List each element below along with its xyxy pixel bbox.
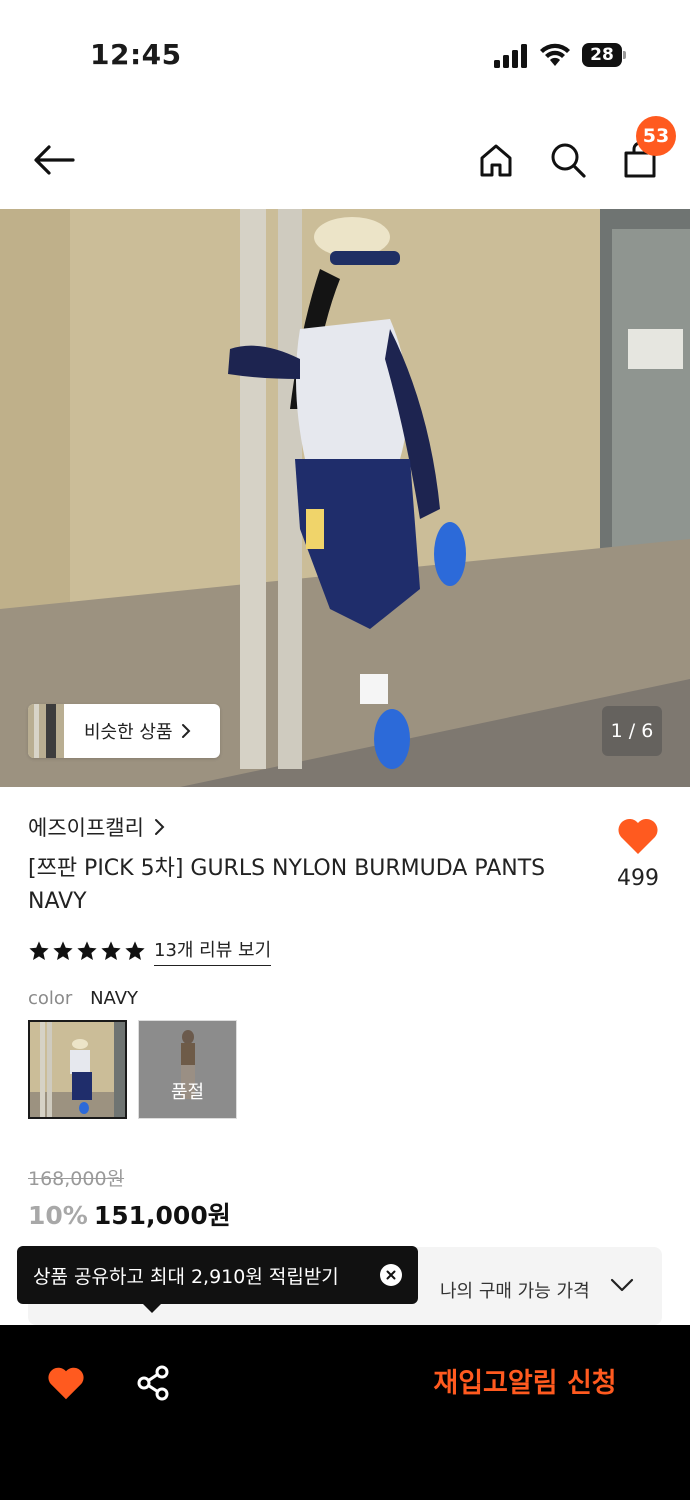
similar-products-label: 비슷한 상품 — [84, 722, 173, 743]
product-image-carousel[interactable] — [0, 209, 690, 787]
color-value: NAVY — [90, 988, 138, 1009]
wifi-icon — [540, 43, 570, 66]
bottom-wishlist-button[interactable] — [46, 1365, 86, 1401]
color-selection-label: color NAVY — [28, 988, 138, 1009]
heart-filled-icon — [618, 818, 658, 854]
search-icon — [551, 143, 586, 178]
arrow-left-icon — [34, 145, 75, 175]
discount-rate: 10% — [28, 1201, 88, 1230]
similar-products-thumbnail — [28, 704, 64, 758]
product-photo — [0, 209, 690, 787]
battery-level: 28 — [582, 43, 622, 67]
search-button[interactable] — [544, 136, 592, 184]
wishlist-count: 499 — [617, 866, 659, 891]
status-time: 12:45 — [90, 38, 182, 71]
color-swatch-soldout[interactable]: 품절 — [138, 1020, 237, 1119]
battery-icon: 28 — [582, 43, 626, 67]
back-button[interactable] — [30, 136, 78, 184]
price-row: 10% 151,000원 — [28, 1196, 231, 1232]
home-icon — [480, 144, 512, 177]
star-icon — [53, 941, 73, 960]
chevron-right-icon — [154, 819, 165, 835]
share-icon — [137, 1365, 169, 1401]
sale-price: 151,000원 — [93, 1201, 231, 1230]
cart-count-badge: 53 — [636, 116, 676, 156]
cellular-signal-icon — [494, 44, 527, 68]
color-label: color — [28, 988, 73, 1009]
heart-filled-icon — [48, 1367, 84, 1400]
close-icon — [386, 1270, 396, 1280]
chevron-down-icon — [610, 1278, 634, 1292]
tooltip-tail — [142, 1303, 162, 1313]
chevron-right-icon — [181, 724, 190, 738]
color-swatch-navy[interactable] — [28, 1020, 127, 1119]
wishlist-button[interactable]: 499 — [612, 816, 664, 891]
soldout-label: 품절 — [170, 1082, 205, 1103]
restock-alert-button[interactable]: 재입고알림 신청 — [400, 1361, 650, 1400]
rating-stars — [28, 940, 146, 962]
home-button[interactable] — [472, 136, 520, 184]
nav-header — [0, 110, 690, 210]
my-available-price-label: 나의 구매 가능 가격 — [440, 1281, 590, 1302]
share-reward-tooltip: 상품 공유하고 최대 2,910원 적립받기 — [17, 1246, 418, 1304]
product-title: [쯔판 PICK 5차] GURLS NYLON BURMUDA PANTS N… — [28, 856, 546, 914]
star-icon — [101, 941, 121, 960]
star-icon — [77, 941, 97, 960]
reviews-link[interactable]: 13개 리뷰 보기 — [154, 936, 272, 966]
status-bar: 12:45 28 — [0, 0, 690, 110]
star-icon — [29, 941, 49, 960]
brand-link[interactable]: 에즈이프캘리 — [28, 812, 165, 842]
share-reward-text: 상품 공유하고 최대 2,910원 적립받기 — [33, 1265, 339, 1288]
bottom-action-bar: 재입고알림 신청 — [0, 1325, 690, 1500]
original-price: 168,000원 — [28, 1168, 125, 1190]
share-button[interactable] — [134, 1363, 174, 1403]
image-page-indicator: 1 / 6 — [602, 706, 662, 756]
star-icon — [125, 941, 145, 960]
similar-products-button[interactable]: 비슷한 상품 — [28, 704, 220, 758]
rating-row: 13개 리뷰 보기 — [28, 936, 272, 966]
tooltip-close-button[interactable] — [380, 1264, 402, 1286]
brand-name: 에즈이프캘리 — [28, 816, 144, 840]
